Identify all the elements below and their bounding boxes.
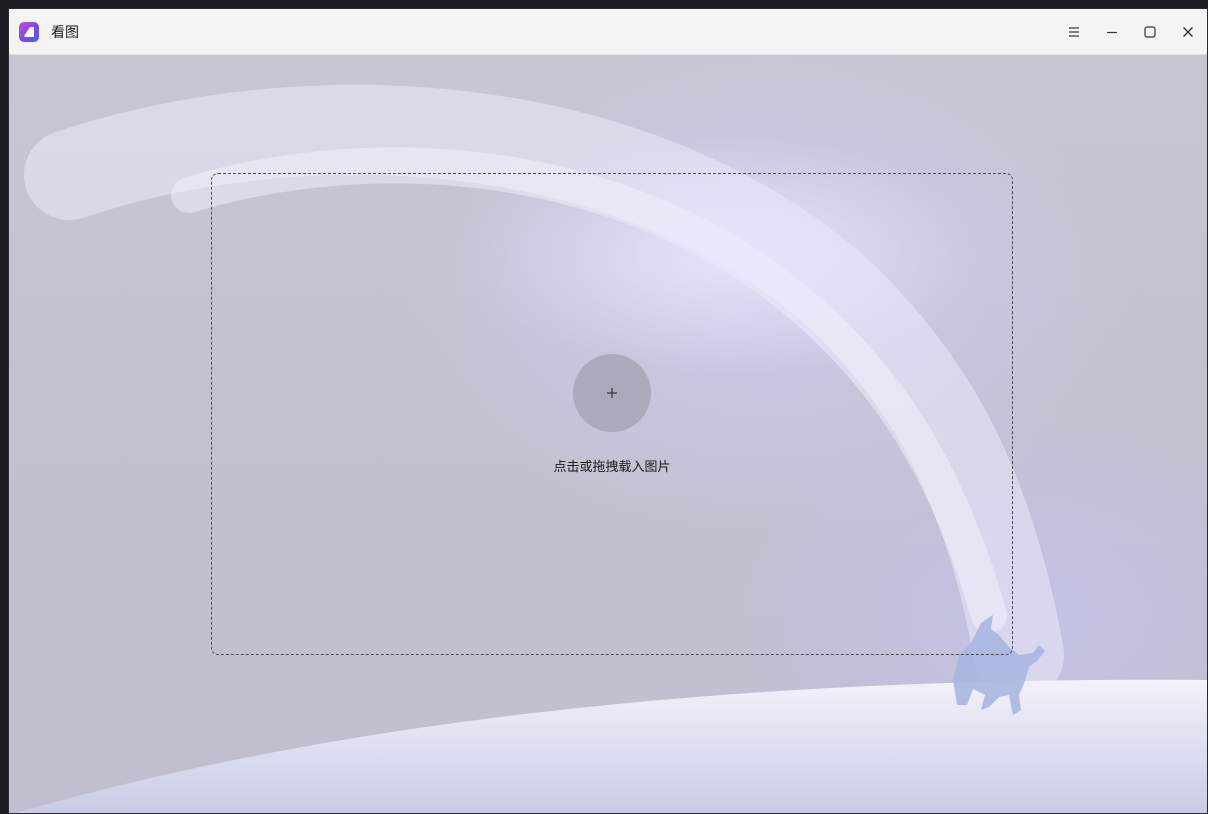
titlebar[interactable]: 看图 [9, 9, 1207, 55]
app-window: 看图 点击或拖拽载入图片 [8, 8, 1208, 814]
minimize-button[interactable] [1093, 9, 1131, 55]
close-icon [1183, 27, 1193, 37]
drop-hint-text: 点击或拖拽载入图片 [553, 460, 671, 475]
minimize-icon [1107, 31, 1117, 34]
maximize-icon [1144, 26, 1156, 38]
drop-zone[interactable]: 点击或拖拽载入图片 [211, 173, 1013, 655]
menu-icon [1069, 27, 1079, 37]
image-viewer-app-icon [19, 21, 39, 42]
maximize-button[interactable] [1131, 9, 1169, 55]
menu-button[interactable] [1055, 9, 1093, 55]
add-image-button[interactable] [573, 354, 651, 432]
app-title: 看图 [51, 24, 79, 41]
main-content: 点击或拖拽载入图片 [9, 55, 1207, 813]
window-controls [1055, 9, 1207, 55]
close-button[interactable] [1169, 9, 1207, 55]
plus-icon [607, 388, 617, 398]
